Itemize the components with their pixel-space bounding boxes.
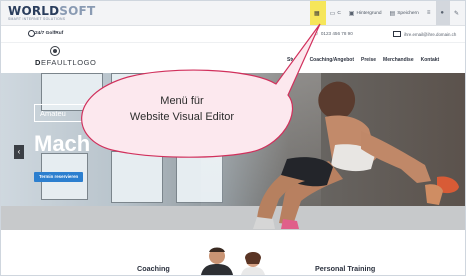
nav-item-studio[interactable]: Studio xyxy=(287,57,303,63)
save-button[interactable]: ▤ Speichern xyxy=(386,1,423,25)
section-title-personal-training: Personal Training xyxy=(315,264,376,273)
layout-grid-icon: ▦ xyxy=(313,10,320,17)
clock-icon xyxy=(28,30,35,37)
email-link[interactable]: ihre.email@ihre.domain.ch xyxy=(393,31,456,37)
hotline: 24/7 GolfRuf xyxy=(28,30,63,37)
chevron-left-icon: ‹ xyxy=(17,147,21,156)
editor-tools: ▦ ▭ C ▣ Hintergrund ▤ Speichern ≡ ● ✎ xyxy=(309,1,465,25)
nav-menu: Studio Coaching/Angebot Preise Merchandi… xyxy=(287,57,446,63)
nav-item-coaching[interactable]: Coaching/Angebot xyxy=(310,57,354,63)
main-navigation: DEFAULTLOGO Studio Coaching/Angebot Prei… xyxy=(1,43,465,73)
site-logo[interactable]: DEFAULTLOGO xyxy=(35,58,97,67)
gym-window xyxy=(111,151,163,203)
edit-button[interactable]: ✎ xyxy=(450,1,465,25)
monitor-icon: ▭ xyxy=(329,10,336,17)
trainers-image xyxy=(201,247,265,275)
section-title-coaching: Coaching xyxy=(137,264,170,273)
nav-item-kontakt[interactable]: Kontakt xyxy=(421,57,440,63)
slider-prev-button[interactable]: ‹ xyxy=(14,145,24,159)
nav-item-merchandise[interactable]: Merchandise xyxy=(383,57,414,63)
nav-item-preise[interactable]: Preise xyxy=(361,57,376,63)
save-icon: ▤ xyxy=(389,10,396,17)
pencil-icon: ✎ xyxy=(453,10,459,17)
user-icon: ● xyxy=(440,10,444,16)
image-icon: ▣ xyxy=(348,10,355,17)
preview-button[interactable]: ▭ C xyxy=(326,1,345,25)
layout-button[interactable]: ▦ xyxy=(309,1,326,25)
services-section: Coaching Personal Training xyxy=(1,230,465,275)
callout-text: Menü für Website Visual Editor xyxy=(129,95,235,123)
contact-bar: 24/7 GolfRuf ✆ 0123 456 78 90 ihre.email@… xyxy=(1,26,465,43)
browser-frame: WORLDSOFT SMART INTERNET SOLUTIONS ▦ ▭ C … xyxy=(0,0,466,276)
phone-link[interactable]: ✆ 0123 456 78 90 xyxy=(314,31,353,37)
menu-icon: ≡ xyxy=(426,10,431,16)
worldsoft-logo: WORLDSOFT SMART INTERNET SOLUTIONS xyxy=(8,4,96,21)
book-appointment-button[interactable]: Termin reservieren xyxy=(34,172,84,182)
hero-tag: Amateu xyxy=(34,104,89,122)
user-button[interactable]: ● xyxy=(436,1,450,25)
menu-button[interactable]: ≡ xyxy=(423,1,437,25)
phone-icon: ✆ xyxy=(314,31,318,36)
envelope-icon xyxy=(393,31,401,37)
background-button[interactable]: ▣ Hintergrund xyxy=(345,1,386,25)
logo-mark-icon xyxy=(50,46,60,56)
editor-toolbar: WORLDSOFT SMART INTERNET SOLUTIONS ▦ ▭ C … xyxy=(1,1,465,26)
hero-headline: Mach xyxy=(34,131,91,156)
